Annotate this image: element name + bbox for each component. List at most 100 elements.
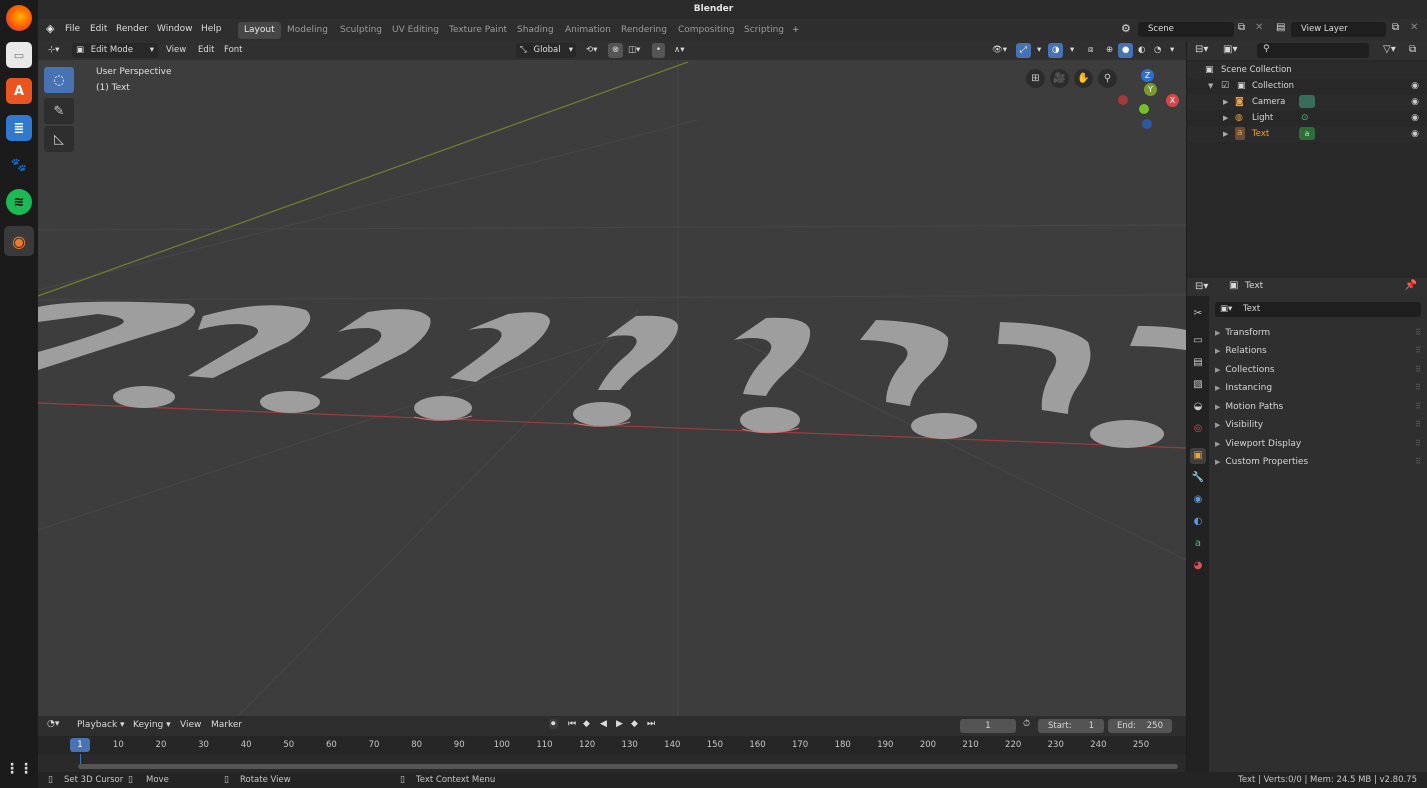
drag-handle-icon[interactable]: ⠿: [1415, 346, 1421, 355]
panel-motion-paths[interactable]: ▶ Motion Paths ⠿: [1215, 402, 1421, 412]
visibility-icon[interactable]: 👁▾: [988, 43, 1011, 58]
checkbox-icon[interactable]: ☑: [1221, 78, 1229, 94]
filter-icon[interactable]: ▽▾: [1383, 44, 1396, 55]
panel-collections[interactable]: ▶ Collections ⠿: [1215, 365, 1421, 375]
current-frame-field[interactable]: 1: [960, 719, 1016, 733]
select-tool-icon[interactable]: ◌: [44, 67, 74, 93]
new-view-layer-icon[interactable]: ⧉: [1392, 22, 1399, 33]
spotify-icon[interactable]: ≋: [6, 189, 32, 215]
menu-file[interactable]: File: [65, 24, 80, 34]
menu-help[interactable]: Help: [201, 24, 222, 34]
particles-tab-icon[interactable]: ◉: [1190, 492, 1206, 508]
gizmo-neg-y[interactable]: [1139, 104, 1149, 114]
tab-rendering[interactable]: Rendering: [615, 22, 673, 39]
menu-playback[interactable]: Playback ▾: [77, 720, 125, 730]
play-reverse-icon[interactable]: ◀: [600, 719, 607, 729]
scene-field[interactable]: Scene: [1138, 22, 1234, 37]
tab-uv-editing[interactable]: UV Editing: [386, 22, 445, 39]
ruler-tick-label[interactable]: 20: [156, 740, 167, 750]
ruler-tick-label[interactable]: 220: [1005, 740, 1021, 750]
eye-icon[interactable]: ◉: [1411, 126, 1419, 142]
menu-window[interactable]: Window: [157, 24, 193, 34]
ruler-tick-label[interactable]: 190: [877, 740, 893, 750]
view-filter-icon[interactable]: ▣▾: [1223, 44, 1237, 55]
timeline-track[interactable]: [38, 754, 1186, 772]
ruler-tick-label[interactable]: 240: [1090, 740, 1106, 750]
ruler-tick-label[interactable]: 110: [536, 740, 552, 750]
wireframe-shading-icon[interactable]: ⊕: [1102, 43, 1117, 58]
panel-viewport-display[interactable]: ▶ Viewport Display ⠿: [1215, 439, 1421, 449]
display-mode-icon[interactable]: ⊟▾: [1195, 44, 1208, 55]
rendered-shading-icon[interactable]: ◔: [1150, 43, 1165, 58]
drag-handle-icon[interactable]: ⠿: [1415, 439, 1421, 448]
pan-hand-icon[interactable]: ✋: [1074, 69, 1093, 88]
scene-collection-row[interactable]: ▣ Scene Collection: [1187, 62, 1427, 78]
menu-edit[interactable]: Edit: [90, 24, 107, 34]
mode-dropdown[interactable]: ▣ Edit Mode ▾: [72, 43, 158, 58]
toggle-camera-icon[interactable]: 🎥: [1050, 69, 1069, 88]
drag-handle-icon[interactable]: ⠿: [1415, 383, 1421, 392]
world-tab-icon[interactable]: ◎: [1190, 421, 1206, 437]
shading-options-icon[interactable]: ▾: [1166, 43, 1178, 58]
ruler-tick-label[interactable]: 180: [835, 740, 851, 750]
scene-tab-icon[interactable]: ◒: [1190, 399, 1206, 415]
tab-shading[interactable]: Shading: [511, 22, 560, 39]
ruler-tick-label[interactable]: 160: [749, 740, 765, 750]
data-tab-icon[interactable]: a: [1190, 536, 1206, 552]
ruler-tick-label[interactable]: 1: [70, 738, 90, 752]
pivot-icon[interactable]: ⟲▾: [582, 43, 601, 58]
ruler-tick-label[interactable]: 210: [962, 740, 978, 750]
tab-texture-paint[interactable]: Texture Paint: [443, 22, 513, 39]
ruler-tick-label[interactable]: 230: [1048, 740, 1064, 750]
gizmo-toggle-icon[interactable]: ⤢: [1016, 43, 1031, 58]
overlays-icon[interactable]: ◑: [1048, 43, 1064, 58]
play-icon[interactable]: ▶: [616, 719, 623, 729]
eye-icon[interactable]: ◉: [1411, 94, 1419, 110]
files-icon[interactable]: ▭: [6, 42, 32, 68]
outliner-search-input[interactable]: ⚲: [1257, 43, 1369, 58]
start-frame-field[interactable]: Start: 1: [1038, 719, 1104, 733]
solid-shading-icon[interactable]: ●: [1118, 43, 1134, 58]
material-shading-icon[interactable]: ◐: [1134, 43, 1149, 58]
ruler-tick-label[interactable]: 90: [454, 740, 465, 750]
gizmo-x-axis[interactable]: X: [1166, 94, 1179, 107]
frame-ruler[interactable]: 1 10 20 30 40 50 60 70 80 90 100 110 120 130 140 150 160…: [38, 736, 1186, 754]
drag-handle-icon[interactable]: ⠿: [1415, 328, 1421, 337]
material-tab-icon[interactable]: ◕: [1190, 558, 1206, 574]
orientation-dropdown[interactable]: ⤡ Global ▾: [516, 43, 576, 58]
prev-keyframe-icon[interactable]: ◆: [583, 719, 590, 729]
view-layer-icon[interactable]: ▤: [1276, 22, 1285, 33]
software-icon[interactable]: A: [6, 78, 32, 104]
navigation-gizmo[interactable]: Z Y X: [1110, 66, 1180, 136]
ruler-tick-label[interactable]: 130: [622, 740, 638, 750]
jump-start-icon[interactable]: ⏮: [568, 719, 576, 729]
drag-handle-icon[interactable]: ⠿: [1415, 365, 1421, 374]
outliner-item-light[interactable]: ▶ ◍ Light ⊙ ◉: [1187, 110, 1427, 126]
output-tab-icon[interactable]: ▤: [1190, 355, 1206, 371]
writer-icon[interactable]: ≣: [6, 115, 32, 141]
firefox-icon[interactable]: [6, 5, 32, 31]
tab-sculpting[interactable]: Sculpting: [334, 22, 388, 39]
light-data-icon[interactable]: ⊙: [1301, 110, 1309, 126]
outliner-item-text[interactable]: ▶ a Text a ◉: [1187, 126, 1427, 142]
render-tab-icon[interactable]: ▭: [1190, 333, 1206, 349]
drag-handle-icon[interactable]: ⠿: [1415, 420, 1421, 429]
ruler-tick-label[interactable]: 140: [664, 740, 680, 750]
object-tab-icon[interactable]: ▣: [1190, 448, 1206, 464]
xray-icon[interactable]: ⧈: [1084, 43, 1097, 58]
stopwatch-icon[interactable]: ⏱: [1023, 719, 1030, 729]
ruler-tick-label[interactable]: 250: [1133, 740, 1149, 750]
tab-compositing[interactable]: Compositing: [672, 22, 740, 39]
ruler-tick-label[interactable]: 100: [494, 740, 510, 750]
collection-row[interactable]: ▼ ☑ ▣ Collection ◉: [1187, 78, 1427, 94]
jump-end-icon[interactable]: ⏭: [647, 719, 655, 729]
gizmo-neg-x[interactable]: [1118, 95, 1128, 105]
ruler-tick-label[interactable]: 10: [113, 740, 124, 750]
expand-arrow-icon[interactable]: ▶: [1223, 110, 1228, 126]
panel-transform[interactable]: ▶ Transform ⠿: [1215, 328, 1421, 338]
ruler-tick-label[interactable]: 120: [579, 740, 595, 750]
editor-type-icon[interactable]: ⊟▾: [1195, 281, 1208, 292]
gizmo-neg-z[interactable]: [1142, 119, 1152, 129]
tab-animation[interactable]: Animation: [559, 22, 617, 39]
object-name-field[interactable]: ▣▾ Text: [1215, 302, 1421, 317]
